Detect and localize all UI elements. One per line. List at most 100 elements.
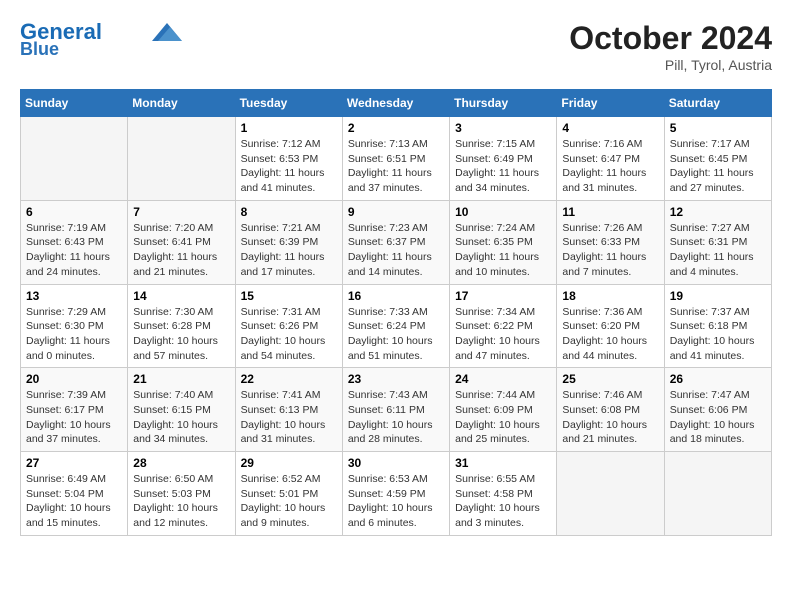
- calendar-cell: [557, 452, 664, 536]
- title-area: October 2024 Pill, Tyrol, Austria: [569, 20, 772, 73]
- day-number: 6: [26, 205, 122, 219]
- calendar-cell: 12 Sunrise: 7:27 AM Sunset: 6:31 PM Dayli…: [664, 200, 771, 284]
- day-number: 14: [133, 289, 229, 303]
- calendar-cell: 16 Sunrise: 7:33 AM Sunset: 6:24 PM Dayli…: [342, 284, 449, 368]
- week-row-4: 20Sunrise: 7:39 AM Sunset: 6:17 PM Dayli…: [21, 368, 772, 452]
- day-number: 1: [241, 121, 337, 135]
- day-number: 28: [133, 456, 229, 470]
- day-detail: Sunrise: 7:24 AM Sunset: 6:35 PM Dayligh…: [455, 221, 551, 280]
- calendar-cell: 7Sunrise: 7:20 AM Sunset: 6:41 PM Daylig…: [128, 200, 235, 284]
- logo-blue-text: Blue: [20, 40, 59, 60]
- calendar-cell: 1 Sunrise: 7:12 AM Sunset: 6:53 PM Daylig…: [235, 117, 342, 201]
- month-title: October 2024: [569, 20, 772, 57]
- calendar-cell: 17 Sunrise: 7:34 AM Sunset: 6:22 PM Dayli…: [450, 284, 557, 368]
- weekday-header-sunday: Sunday: [21, 90, 128, 117]
- weekday-header-row: SundayMondayTuesdayWednesdayThursdayFrid…: [21, 90, 772, 117]
- calendar-cell: 3 Sunrise: 7:15 AM Sunset: 6:49 PM Daylig…: [450, 117, 557, 201]
- calendar-cell: 29Sunrise: 6:52 AM Sunset: 5:01 PM Dayli…: [235, 452, 342, 536]
- weekday-header-monday: Monday: [128, 90, 235, 117]
- calendar-cell: [21, 117, 128, 201]
- day-detail: Sunrise: 7:37 AM Sunset: 6:18 PM Dayligh…: [670, 305, 766, 364]
- day-detail: Sunrise: 7:44 AM Sunset: 6:09 PM Dayligh…: [455, 388, 551, 447]
- day-number: 30: [348, 456, 444, 470]
- day-detail: Sunrise: 7:16 AM Sunset: 6:47 PM Dayligh…: [562, 137, 658, 196]
- week-row-5: 27Sunrise: 6:49 AM Sunset: 5:04 PM Dayli…: [21, 452, 772, 536]
- day-number: 26: [670, 372, 766, 386]
- day-detail: Sunrise: 7:33 AM Sunset: 6:24 PM Dayligh…: [348, 305, 444, 364]
- calendar-cell: 19Sunrise: 7:37 AM Sunset: 6:18 PM Dayli…: [664, 284, 771, 368]
- day-number: 12: [670, 205, 766, 219]
- calendar-cell: 10 Sunrise: 7:24 AM Sunset: 6:35 PM Dayli…: [450, 200, 557, 284]
- calendar-cell: 15Sunrise: 7:31 AM Sunset: 6:26 PM Dayli…: [235, 284, 342, 368]
- day-detail: Sunrise: 7:43 AM Sunset: 6:11 PM Dayligh…: [348, 388, 444, 447]
- day-detail: Sunrise: 7:30 AM Sunset: 6:28 PM Dayligh…: [133, 305, 229, 364]
- calendar-cell: [664, 452, 771, 536]
- day-detail: Sunrise: 7:29 AM Sunset: 6:30 PM Dayligh…: [26, 305, 122, 364]
- day-detail: Sunrise: 7:27 AM Sunset: 6:31 PM Dayligh…: [670, 221, 766, 280]
- day-number: 9: [348, 205, 444, 219]
- day-number: 22: [241, 372, 337, 386]
- day-number: 2: [348, 121, 444, 135]
- day-number: 10: [455, 205, 551, 219]
- calendar-cell: 13Sunrise: 7:29 AM Sunset: 6:30 PM Dayli…: [21, 284, 128, 368]
- day-detail: Sunrise: 7:47 AM Sunset: 6:06 PM Dayligh…: [670, 388, 766, 447]
- day-number: 11: [562, 205, 658, 219]
- week-row-3: 13Sunrise: 7:29 AM Sunset: 6:30 PM Dayli…: [21, 284, 772, 368]
- day-number: 8: [241, 205, 337, 219]
- day-number: 21: [133, 372, 229, 386]
- day-number: 17: [455, 289, 551, 303]
- day-detail: Sunrise: 6:55 AM Sunset: 4:58 PM Dayligh…: [455, 472, 551, 531]
- day-detail: Sunrise: 6:52 AM Sunset: 5:01 PM Dayligh…: [241, 472, 337, 531]
- week-row-1: 1 Sunrise: 7:12 AM Sunset: 6:53 PM Daylig…: [21, 117, 772, 201]
- day-detail: Sunrise: 7:39 AM Sunset: 6:17 PM Dayligh…: [26, 388, 122, 447]
- day-detail: Sunrise: 7:17 AM Sunset: 6:45 PM Dayligh…: [670, 137, 766, 196]
- day-detail: Sunrise: 7:12 AM Sunset: 6:53 PM Dayligh…: [241, 137, 337, 196]
- day-number: 24: [455, 372, 551, 386]
- weekday-header-friday: Friday: [557, 90, 664, 117]
- calendar-cell: 27Sunrise: 6:49 AM Sunset: 5:04 PM Dayli…: [21, 452, 128, 536]
- day-detail: Sunrise: 7:26 AM Sunset: 6:33 PM Dayligh…: [562, 221, 658, 280]
- calendar-cell: 26 Sunrise: 7:47 AM Sunset: 6:06 PM Dayli…: [664, 368, 771, 452]
- day-detail: Sunrise: 7:20 AM Sunset: 6:41 PM Dayligh…: [133, 221, 229, 280]
- day-number: 25: [562, 372, 658, 386]
- day-number: 23: [348, 372, 444, 386]
- day-detail: Sunrise: 7:41 AM Sunset: 6:13 PM Dayligh…: [241, 388, 337, 447]
- weekday-header-wednesday: Wednesday: [342, 90, 449, 117]
- calendar-cell: 31 Sunrise: 6:55 AM Sunset: 4:58 PM Dayli…: [450, 452, 557, 536]
- calendar-cell: 25 Sunrise: 7:46 AM Sunset: 6:08 PM Dayli…: [557, 368, 664, 452]
- calendar-cell: [128, 117, 235, 201]
- calendar-cell: 8 Sunrise: 7:21 AM Sunset: 6:39 PM Daylig…: [235, 200, 342, 284]
- calendar-cell: 9 Sunrise: 7:23 AM Sunset: 6:37 PM Daylig…: [342, 200, 449, 284]
- logo: General Blue: [20, 20, 182, 60]
- day-number: 27: [26, 456, 122, 470]
- week-row-2: 6 Sunrise: 7:19 AM Sunset: 6:43 PM Daylig…: [21, 200, 772, 284]
- day-detail: Sunrise: 7:15 AM Sunset: 6:49 PM Dayligh…: [455, 137, 551, 196]
- day-detail: Sunrise: 6:53 AM Sunset: 4:59 PM Dayligh…: [348, 472, 444, 531]
- calendar-cell: 14 Sunrise: 7:30 AM Sunset: 6:28 PM Dayli…: [128, 284, 235, 368]
- location: Pill, Tyrol, Austria: [569, 57, 772, 73]
- calendar-cell: 28Sunrise: 6:50 AM Sunset: 5:03 PM Dayli…: [128, 452, 235, 536]
- weekday-header-saturday: Saturday: [664, 90, 771, 117]
- day-number: 31: [455, 456, 551, 470]
- calendar-cell: 23 Sunrise: 7:43 AM Sunset: 6:11 PM Dayli…: [342, 368, 449, 452]
- weekday-header-tuesday: Tuesday: [235, 90, 342, 117]
- day-number: 16: [348, 289, 444, 303]
- calendar-cell: 30 Sunrise: 6:53 AM Sunset: 4:59 PM Dayli…: [342, 452, 449, 536]
- day-detail: Sunrise: 7:46 AM Sunset: 6:08 PM Dayligh…: [562, 388, 658, 447]
- day-detail: Sunrise: 7:23 AM Sunset: 6:37 PM Dayligh…: [348, 221, 444, 280]
- calendar-cell: 22 Sunrise: 7:41 AM Sunset: 6:13 PM Dayli…: [235, 368, 342, 452]
- day-detail: Sunrise: 7:19 AM Sunset: 6:43 PM Dayligh…: [26, 221, 122, 280]
- day-detail: Sunrise: 7:34 AM Sunset: 6:22 PM Dayligh…: [455, 305, 551, 364]
- day-detail: Sunrise: 7:13 AM Sunset: 6:51 PM Dayligh…: [348, 137, 444, 196]
- calendar-cell: 24 Sunrise: 7:44 AM Sunset: 6:09 PM Dayli…: [450, 368, 557, 452]
- calendar-table: SundayMondayTuesdayWednesdayThursdayFrid…: [20, 89, 772, 536]
- weekday-header-thursday: Thursday: [450, 90, 557, 117]
- calendar-cell: 11 Sunrise: 7:26 AM Sunset: 6:33 PM Dayli…: [557, 200, 664, 284]
- day-number: 5: [670, 121, 766, 135]
- day-number: 4: [562, 121, 658, 135]
- calendar-cell: 5 Sunrise: 7:17 AM Sunset: 6:45 PM Daylig…: [664, 117, 771, 201]
- day-number: 3: [455, 121, 551, 135]
- calendar-cell: 21Sunrise: 7:40 AM Sunset: 6:15 PM Dayli…: [128, 368, 235, 452]
- day-detail: Sunrise: 7:31 AM Sunset: 6:26 PM Dayligh…: [241, 305, 337, 364]
- day-detail: Sunrise: 7:21 AM Sunset: 6:39 PM Dayligh…: [241, 221, 337, 280]
